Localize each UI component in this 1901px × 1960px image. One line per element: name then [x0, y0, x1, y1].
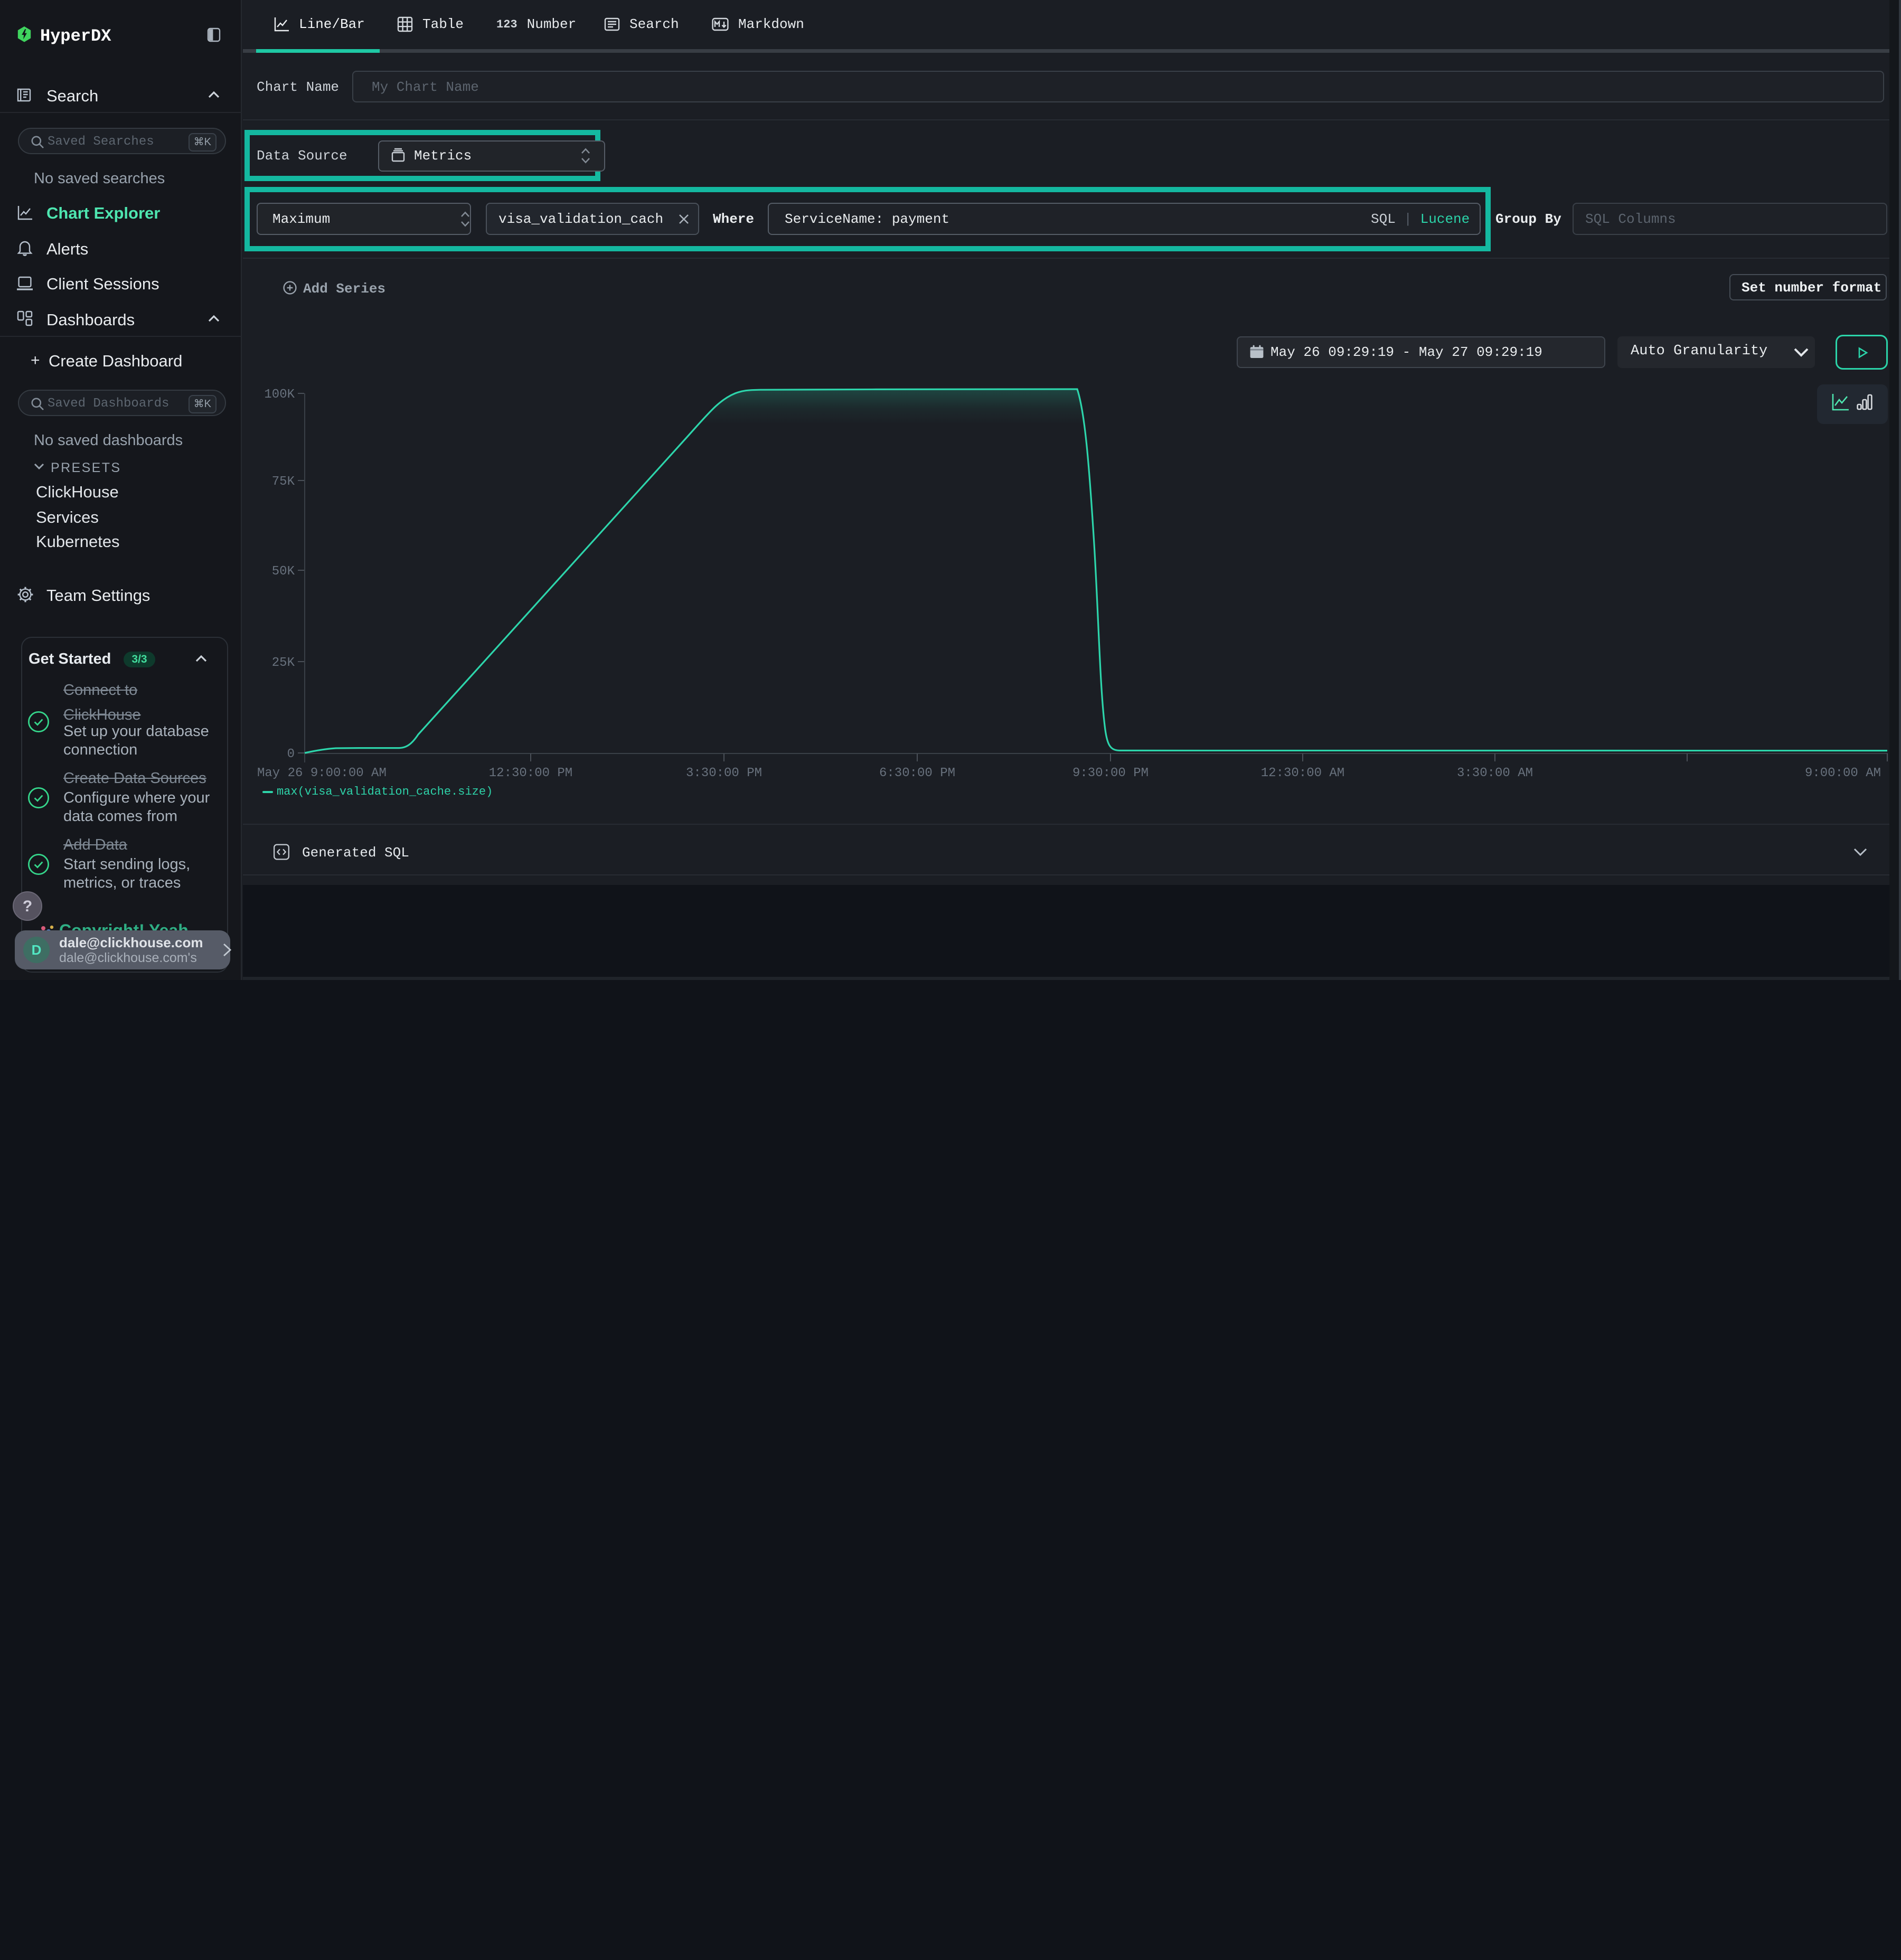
svg-text:12:30:00 PM: 12:30:00 PM: [489, 766, 572, 780]
svg-text:May 26 9:00:00 AM: May 26 9:00:00 AM: [257, 766, 387, 780]
svg-text:0: 0: [287, 747, 295, 761]
svg-text:25K: 25K: [272, 656, 295, 670]
svg-text:3:30:00 AM: 3:30:00 AM: [1457, 766, 1533, 780]
svg-text:50K: 50K: [272, 564, 295, 579]
svg-text:100K: 100K: [264, 388, 295, 402]
svg-text:3:30:00 PM: 3:30:00 PM: [686, 766, 762, 780]
svg-text:9:30:00 PM: 9:30:00 PM: [1072, 766, 1149, 780]
svg-text:75K: 75K: [272, 475, 295, 489]
svg-text:6:30:00 PM: 6:30:00 PM: [879, 766, 955, 780]
svg-text:12:30:00 AM: 12:30:00 AM: [1261, 766, 1344, 780]
svg-text:9:00:00 AM: 9:00:00 AM: [1805, 766, 1881, 780]
